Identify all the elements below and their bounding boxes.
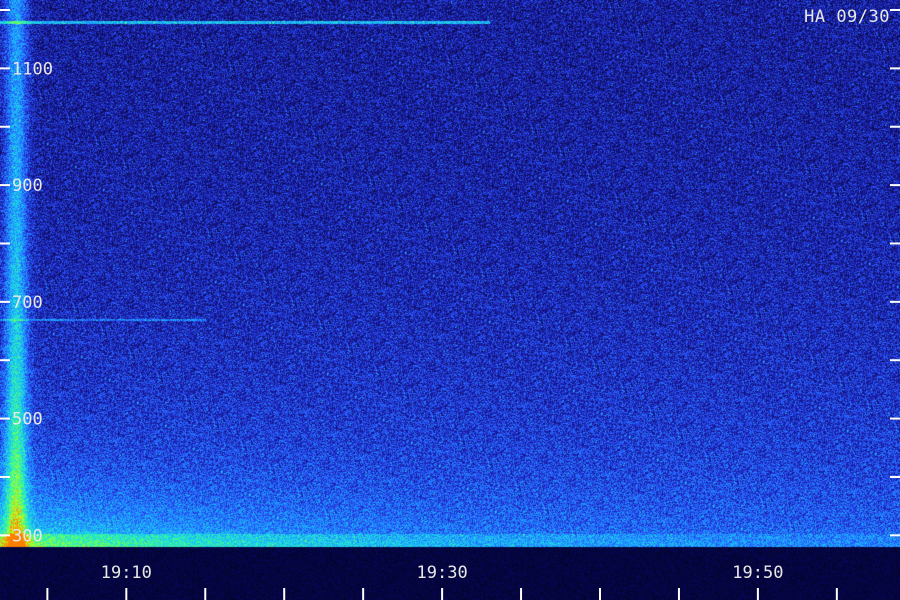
y-tick-label: 300 (12, 526, 43, 546)
x-tick-label: 19:50 (732, 563, 783, 583)
axes-overlay: 300 500 700 900 1100 19:10 19:30 19:50 (0, 9, 900, 600)
station-date-label: HA 09/30 (804, 7, 890, 27)
x-tick-label: 19:30 (417, 563, 468, 583)
y-tick-label: 500 (12, 410, 43, 430)
x-axis: 19:10 19:30 19:50 (46, 563, 838, 600)
x-tick-label: 19:10 (101, 563, 152, 583)
y-tick-label: 900 (12, 176, 43, 196)
y-tick-label: 1100 (12, 59, 53, 79)
y-tick-label: 700 (12, 293, 43, 313)
y-axis: 300 500 700 900 1100 (0, 9, 900, 546)
